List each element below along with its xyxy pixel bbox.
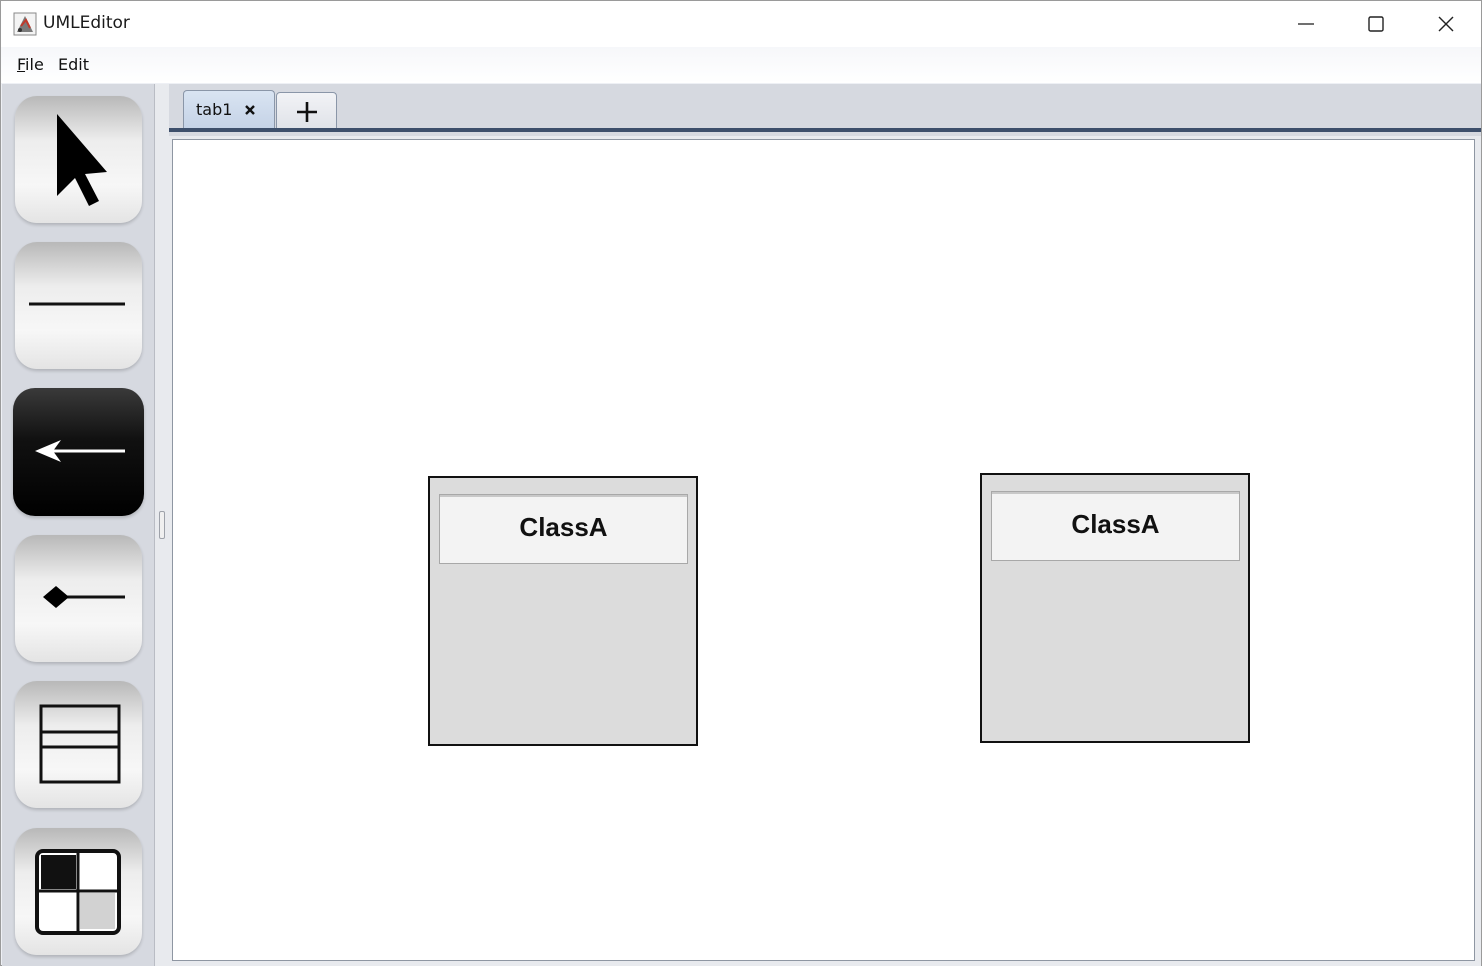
use-case-tool[interactable]	[15, 828, 142, 955]
class-name-field[interactable]: ClassA	[439, 494, 688, 564]
window-title: UMLEditor	[43, 13, 130, 33]
menu-file-label-rest: ile	[25, 55, 44, 74]
menu-file[interactable]: File	[17, 55, 44, 74]
select-tool[interactable]	[15, 96, 142, 223]
minimize-icon	[1298, 23, 1314, 25]
generalization-line-tool[interactable]	[13, 388, 144, 516]
maximize-button[interactable]	[1341, 1, 1411, 47]
divider-grip-handle[interactable]	[159, 511, 165, 539]
menu-edit[interactable]: Edit	[58, 55, 89, 74]
line-icon	[29, 302, 125, 306]
plus-icon	[297, 102, 317, 122]
split-pane-divider[interactable]	[154, 84, 169, 966]
maximize-icon	[1368, 16, 1384, 32]
class-object[interactable]: ClassA	[428, 476, 698, 746]
title-bar[interactable]: UMLEditor	[1, 1, 1481, 47]
app-window: UMLEditor File Edit tab1 ClassA ClassA	[0, 0, 1482, 966]
composition-line-tool[interactable]	[15, 535, 142, 662]
java-app-icon	[13, 12, 37, 36]
close-x-icon[interactable]	[244, 104, 256, 116]
tab-underline	[169, 128, 1481, 132]
add-tab-button[interactable]	[276, 92, 337, 130]
diamond-line-icon	[43, 586, 125, 608]
class-tool[interactable]	[15, 681, 142, 808]
grid-box-icon	[35, 849, 121, 935]
tab-tab1[interactable]: tab1	[183, 90, 275, 130]
tab-label: tab1	[196, 100, 233, 119]
association-line-tool[interactable]	[15, 242, 142, 369]
class-box-icon	[39, 704, 121, 784]
class-name-field[interactable]: ClassA	[991, 491, 1240, 561]
menu-file-mnemonic: F	[17, 55, 26, 74]
tab-strip: tab1	[169, 84, 1481, 136]
arrow-cursor-icon	[57, 114, 107, 206]
canvas-frame: ClassA ClassA	[169, 136, 1481, 966]
class-object[interactable]: ClassA	[980, 473, 1250, 743]
drawing-canvas[interactable]: ClassA ClassA	[172, 139, 1475, 961]
minimize-button[interactable]	[1271, 1, 1341, 47]
menu-bar: File Edit	[1, 47, 1481, 83]
tool-palette	[2, 84, 154, 966]
close-button[interactable]	[1411, 1, 1481, 47]
arrow-line-icon	[35, 440, 125, 462]
close-icon	[1438, 16, 1454, 32]
